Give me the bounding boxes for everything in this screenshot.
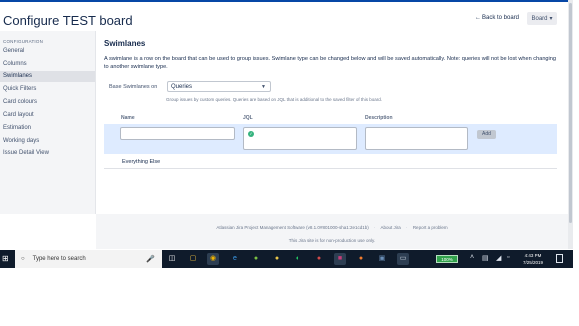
dropdown-arrow-icon: ▼ xyxy=(261,84,266,90)
task-view-icon[interactable]: ◫ xyxy=(166,253,178,265)
scrollbar-thumb[interactable] xyxy=(569,3,572,223)
footer-links: Atlassian Jira Project Management Softwa… xyxy=(96,225,568,230)
report-problem-link[interactable]: Report a problem xyxy=(413,225,448,230)
page-footer: Atlassian Jira Project Management Softwa… xyxy=(96,214,568,249)
chrome-icon[interactable]: ◉ xyxy=(207,253,219,265)
base-swimlanes-label: Base Swimlanes on xyxy=(109,84,158,90)
configuration-sidebar: CONFIGURATION General Columns Swimlanes … xyxy=(0,31,96,214)
column-header-jql: JQL xyxy=(243,115,253,121)
valid-check-icon: ✓ xyxy=(248,131,254,137)
app-icon[interactable]: ● xyxy=(271,253,283,265)
microphone-icon[interactable]: 🎤 xyxy=(146,255,155,263)
file-explorer-icon[interactable]: ▢ xyxy=(187,253,199,265)
volume-icon[interactable]: ◢ xyxy=(496,254,501,262)
sidebar-item-general[interactable]: General xyxy=(0,46,95,57)
chevron-down-icon: ▾ xyxy=(549,16,553,22)
sidebar-item-swimlanes[interactable]: Swimlanes xyxy=(0,71,95,82)
windows-taskbar: ⊞ ○ Type here to search 🎤 ◫ ▢ ◉ e ● ● ◐ … xyxy=(0,250,573,268)
sidebar-item-card-colours[interactable]: Card colours xyxy=(0,97,95,108)
sidebar-item-working-days[interactable]: Working days xyxy=(0,136,95,147)
taskbar-search-box[interactable]: ○ Type here to search 🎤 xyxy=(15,250,162,268)
clock-time: 4:43 PM xyxy=(524,253,542,258)
app-icon[interactable]: ▣ xyxy=(376,253,388,265)
column-header-name: Name xyxy=(121,115,135,121)
footer-separator: · xyxy=(374,225,376,230)
app-icon[interactable]: ■ xyxy=(334,253,346,265)
swimlanes-panel: Swimlanes A swimlane is a row on the boa… xyxy=(96,31,568,214)
page-title: Configure TEST board xyxy=(3,13,133,28)
base-swimlanes-select[interactable]: Queries ▼ xyxy=(167,81,271,92)
section-title: Swimlanes xyxy=(104,39,146,48)
notification-area-icon[interactable]: ▫ xyxy=(507,254,509,261)
queries-hint: Group issues by custom queries. Queries … xyxy=(166,97,382,102)
add-swimlane-button[interactable]: Add xyxy=(477,130,496,139)
swimlane-jql-input[interactable]: ✓ xyxy=(243,127,357,150)
swimlane-name-input[interactable] xyxy=(120,127,235,140)
search-icon: ○ xyxy=(21,256,25,262)
board-button-label: Board xyxy=(531,15,548,22)
terminal-icon[interactable]: ▭ xyxy=(397,253,409,265)
app-icon[interactable]: ● xyxy=(313,253,325,265)
sidebar-item-card-layout[interactable]: Card layout xyxy=(0,110,95,121)
sidebar-item-issue-detail-view[interactable]: Issue Detail View xyxy=(0,148,95,159)
battery-indicator[interactable]: 100% xyxy=(436,255,458,263)
sidebar-heading: CONFIGURATION xyxy=(3,39,44,44)
sidebar-item-estimation[interactable]: Estimation xyxy=(0,123,95,134)
swimlane-description-input[interactable] xyxy=(365,127,468,150)
arrow-left-icon: ← xyxy=(475,15,481,21)
windows-start-icon[interactable]: ⊞ xyxy=(2,254,11,263)
action-center-icon[interactable] xyxy=(556,254,563,263)
about-jira-link[interactable]: About Jira xyxy=(381,225,401,230)
app-icon[interactable]: ● xyxy=(250,253,262,265)
row-divider xyxy=(104,168,557,169)
search-placeholder: Type here to search xyxy=(32,256,86,262)
sidebar-item-quick-filters[interactable]: Quick Filters xyxy=(0,84,95,95)
whatsapp-icon[interactable]: ◐ xyxy=(292,253,304,265)
column-header-description: Description xyxy=(365,115,393,121)
edge-icon[interactable]: e xyxy=(229,253,241,265)
board-menu-button[interactable]: Board ▾ xyxy=(527,12,557,25)
footer-version: Atlassian Jira Project Management Softwa… xyxy=(216,225,369,230)
sidebar-item-columns[interactable]: Columns xyxy=(0,59,95,70)
page-header: Configure TEST board ← Back to board Boa… xyxy=(0,2,568,31)
network-icon[interactable]: ▤ xyxy=(482,254,489,262)
chevron-up-icon[interactable]: ˄ xyxy=(470,254,474,261)
back-to-board-link[interactable]: ← Back to board xyxy=(475,15,519,21)
base-swimlanes-value: Queries xyxy=(171,84,193,90)
taskbar-clock[interactable]: 4:43 PM 7/25/2019 xyxy=(516,252,550,266)
footer-separator: · xyxy=(406,225,408,230)
back-link-label: Back to board xyxy=(482,15,520,21)
swimlane-row-label: Everything Else xyxy=(122,159,161,165)
clock-date: 7/25/2019 xyxy=(522,260,544,265)
footer-notice: This Jira site is for non-production use… xyxy=(288,238,376,243)
firefox-icon[interactable]: ● xyxy=(355,253,367,265)
section-description: A swimlane is a row on the board that ca… xyxy=(104,56,557,70)
